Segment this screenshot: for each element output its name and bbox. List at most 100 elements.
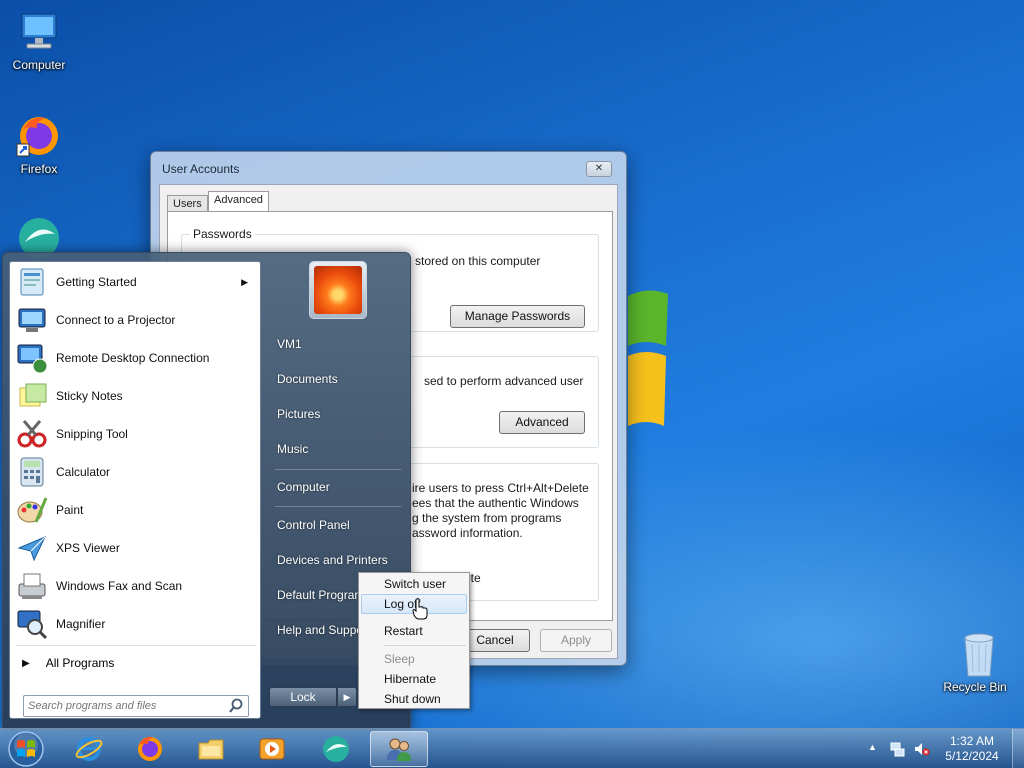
taskbar-user-accounts[interactable] <box>370 731 428 767</box>
hand-cursor-icon <box>412 598 428 620</box>
secure-logon-line: assword information. <box>412 526 523 540</box>
program-item[interactable]: Getting Started ▶ <box>12 264 258 300</box>
clock-time: 1:32 AM <box>949 734 995 748</box>
triangle-right-icon: ▶ <box>343 692 351 702</box>
tab-users[interactable]: Users <box>167 195 208 212</box>
taskbar-file-explorer[interactable] <box>182 731 240 767</box>
program-item[interactable]: Paint <box>12 492 258 528</box>
program-item[interactable]: Snipping Tool <box>12 416 258 452</box>
apply-button[interactable]: Apply <box>540 629 612 652</box>
right-item-help-support[interactable]: Help and Support <box>277 623 370 637</box>
close-icon: ✕ <box>594 163 604 174</box>
lock-button[interactable]: Lock <box>269 687 337 707</box>
clock-date: 5/12/2024 <box>945 749 999 763</box>
program-label: Snipping Tool <box>56 427 128 441</box>
advanced-text: sed to perform advanced user <box>424 374 584 388</box>
program-label: Getting Started <box>56 275 137 289</box>
media-player-icon <box>259 738 285 760</box>
group-label: Passwords <box>190 227 255 241</box>
program-item[interactable]: XPS Viewer <box>12 530 258 566</box>
program-label: Paint <box>56 503 84 517</box>
power-options-button[interactable]: ▶ <box>337 687 357 707</box>
program-item[interactable]: Remote Desktop Connection <box>12 340 258 376</box>
triangle-right-icon: ▶ <box>22 657 30 669</box>
right-item-devices-printers[interactable]: Devices and Printers <box>277 553 388 567</box>
recycle-bin-icon <box>955 630 995 678</box>
right-item-user[interactable]: VM1 <box>277 337 302 351</box>
xps-viewer-icon <box>17 536 47 562</box>
user-accounts-icon <box>387 738 411 761</box>
right-item-computer[interactable]: Computer <box>277 480 330 494</box>
taskbar: ▲ 1:32 AM 5/12/2024 <box>0 728 1024 768</box>
user-picture[interactable] <box>309 261 367 319</box>
secure-logon-line: g the system from programs <box>412 511 562 525</box>
windows-logo-fragment <box>626 286 670 436</box>
program-item[interactable]: Connect to a Projector <box>12 302 258 338</box>
taskbar-internet-explorer[interactable] <box>60 731 118 767</box>
chevron-up-icon[interactable]: ▲ <box>868 742 884 758</box>
window-title: User Accounts <box>162 162 240 176</box>
secure-logon-line: ire users to press Ctrl+Alt+Delete <box>412 481 589 495</box>
secure-logon-line: ees that the authentic Windows <box>412 496 579 510</box>
app-icon <box>323 736 349 762</box>
taskbar-media-player[interactable] <box>243 731 301 767</box>
system-clock[interactable]: 1:32 AM 5/12/2024 <box>938 734 1006 764</box>
taskbar-app[interactable] <box>307 731 365 767</box>
fax-scan-icon <box>18 573 46 599</box>
program-label: XPS Viewer <box>56 541 120 555</box>
right-item-music[interactable]: Music <box>277 442 308 456</box>
file-explorer-icon <box>198 739 224 760</box>
separator <box>16 645 256 646</box>
computer-icon <box>15 8 63 56</box>
desktop-icon-label: Firefox <box>20 162 58 176</box>
projector-icon <box>18 308 46 332</box>
programs-pane: Getting Started ▶ Connect to a Projector… <box>9 261 261 719</box>
taskbar-firefox[interactable] <box>121 731 179 767</box>
remote-desktop-icon <box>17 344 48 374</box>
search-icon <box>229 698 243 713</box>
sticky-notes-icon <box>19 383 47 407</box>
right-item-pictures[interactable]: Pictures <box>277 407 320 421</box>
tab-advanced[interactable]: Advanced <box>208 191 269 213</box>
desktop-icon-computer[interactable]: Computer <box>3 8 75 72</box>
desktop-icon-recycle-bin[interactable]: Recycle Bin <box>939 630 1011 694</box>
search-box[interactable] <box>23 695 249 717</box>
menu-item-shut-down[interactable]: Shut down <box>361 689 467 709</box>
program-label: Calculator <box>56 465 111 479</box>
firefox-icon <box>138 736 162 761</box>
program-label: Sticky Notes <box>56 389 123 403</box>
program-item[interactable]: Sticky Notes <box>12 378 258 414</box>
close-button[interactable]: ✕ <box>586 161 612 177</box>
right-item-control-panel[interactable]: Control Panel <box>277 518 350 532</box>
volume-muted-icon[interactable] <box>914 741 930 757</box>
program-item[interactable]: Magnifier <box>12 606 258 642</box>
search-input[interactable] <box>28 698 218 714</box>
advanced-button[interactable]: Advanced <box>499 411 585 434</box>
getting-started-icon <box>20 268 44 296</box>
all-programs-label: All Programs <box>45 656 115 670</box>
right-item-documents[interactable]: Documents <box>277 372 338 386</box>
program-item[interactable]: Calculator <box>12 454 258 490</box>
flower-icon <box>314 266 362 314</box>
menu-item-sleep[interactable]: Sleep <box>361 649 467 669</box>
program-label: Windows Fax and Scan <box>56 579 183 593</box>
snipping-tool-icon <box>17 420 47 448</box>
start-menu: Getting Started ▶ Connect to a Projector… <box>2 252 411 730</box>
right-item-default-programs[interactable]: Default Programs <box>277 588 370 602</box>
start-button[interactable] <box>6 730 46 768</box>
desktop-icon-label: Computer <box>12 58 66 72</box>
menu-item-restart[interactable]: Restart <box>361 621 467 641</box>
magnifier-icon <box>17 610 48 640</box>
desktop-icon-firefox[interactable]: Firefox <box>3 112 75 176</box>
submenu-arrow-icon: ▶ <box>241 276 248 287</box>
manage-passwords-button[interactable]: Manage Passwords <box>450 305 585 328</box>
show-desktop-button[interactable] <box>1012 729 1024 768</box>
menu-item-switch-user[interactable]: Switch user <box>361 574 467 594</box>
calculator-icon <box>20 457 44 487</box>
cancel-button[interactable]: Cancel <box>460 629 530 652</box>
menu-item-hibernate[interactable]: Hibernate <box>361 669 467 689</box>
program-item[interactable]: Windows Fax and Scan <box>12 568 258 604</box>
power-options-menu: Switch user Log off Restart Sleep Hibern… <box>358 572 470 709</box>
all-programs-item[interactable]: ▶ All Programs <box>12 650 258 676</box>
network-icon[interactable] <box>889 741 905 757</box>
